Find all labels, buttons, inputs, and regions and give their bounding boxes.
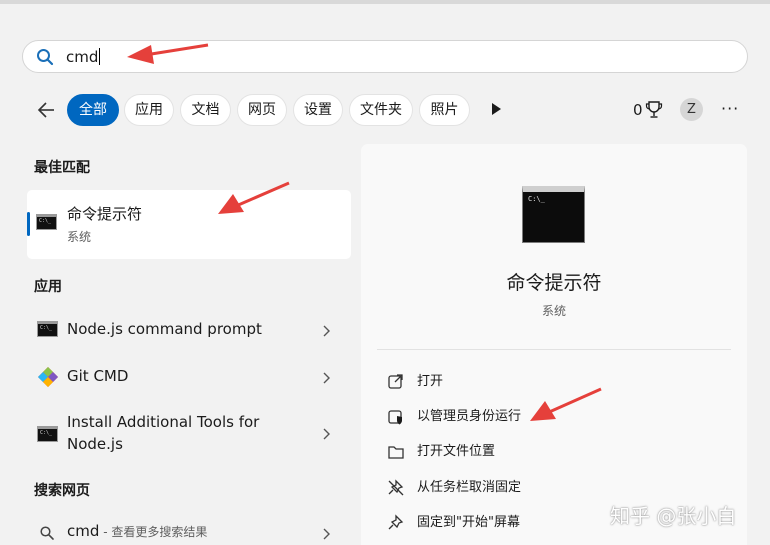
git-icon xyxy=(38,367,58,387)
chevron-right-icon[interactable] xyxy=(321,371,331,385)
action-open-file-location[interactable]: 打开文件位置 xyxy=(377,438,717,466)
back-arrow-icon[interactable] xyxy=(36,99,56,121)
tab-documents[interactable]: 文档 xyxy=(180,94,231,126)
cmd-large-icon: C:\_ xyxy=(522,186,585,243)
web-search-hint: - 查看更多搜索结果 xyxy=(99,525,208,539)
web-search-result[interactable]: cmd - 查看更多搜索结果 xyxy=(27,520,351,545)
best-match-item[interactable]: C:\_ 命令提示符 系统 xyxy=(27,190,351,259)
app-item-git-cmd[interactable]: Git CMD xyxy=(27,363,351,393)
web-search-query: cmd - 查看更多搜索结果 xyxy=(67,522,208,540)
search-box[interactable]: cmd xyxy=(22,40,748,73)
tab-apps[interactable]: 应用 xyxy=(124,94,174,126)
action-label: 打开文件位置 xyxy=(417,444,496,459)
tab-web[interactable]: 网页 xyxy=(237,94,287,126)
rewards-points: 0 xyxy=(633,101,643,119)
window-top-edge xyxy=(0,0,770,4)
divider xyxy=(377,349,731,350)
tab-settings[interactable]: 设置 xyxy=(293,94,343,126)
app-item-label: Node.js command prompt xyxy=(67,320,262,338)
action-label: 以管理员身份运行 xyxy=(417,409,522,424)
action-open[interactable]: 打开 xyxy=(377,368,717,396)
tab-folders[interactable]: 文件夹 xyxy=(349,94,413,126)
search-icon xyxy=(37,49,54,66)
user-avatar[interactable]: Z xyxy=(680,98,703,121)
open-icon xyxy=(388,374,403,389)
app-item-label-line1: Install Additional Tools for xyxy=(67,413,260,431)
trophy-icon[interactable] xyxy=(645,100,663,119)
app-item-nodejs-prompt[interactable]: C:\_ Node.js command prompt xyxy=(27,316,351,346)
text-caret xyxy=(99,48,101,65)
unpin-icon xyxy=(388,479,404,496)
tab-photos[interactable]: 照片 xyxy=(419,94,470,126)
play-more-tabs-icon[interactable] xyxy=(490,102,502,116)
app-item-label: Git CMD xyxy=(67,367,129,385)
search-icon xyxy=(40,526,54,540)
chevron-right-icon[interactable] xyxy=(321,427,331,441)
app-item-install-tools[interactable]: C:\_ Install Additional Tools for Node.j… xyxy=(27,410,351,458)
folder-icon xyxy=(388,446,404,459)
action-label: 固定到"开始"屏幕 xyxy=(417,515,520,530)
chevron-right-icon[interactable] xyxy=(321,324,331,338)
action-run-as-admin[interactable]: 以管理员身份运行 xyxy=(377,403,717,431)
more-options-button[interactable]: ··· xyxy=(721,99,739,119)
action-unpin-taskbar[interactable]: 从任务栏取消固定 xyxy=(377,474,717,502)
best-match-title: 命令提示符 xyxy=(67,205,143,223)
detail-subtitle: 系统 xyxy=(541,304,566,318)
app-item-label-line2: Node.js xyxy=(67,435,123,453)
detail-title: 命令提示符 xyxy=(506,272,602,294)
watermark-text: 知乎 @张小白 xyxy=(610,504,737,528)
cmd-icon: C:\_ xyxy=(37,426,58,442)
cmd-icon: C:\_ xyxy=(36,214,57,230)
chevron-right-icon[interactable] xyxy=(321,527,331,541)
web-search-heading: 搜索网页 xyxy=(34,483,90,499)
cmd-icon: C:\_ xyxy=(37,321,58,337)
best-match-subtitle: 系统 xyxy=(67,230,92,244)
action-label: 从任务栏取消固定 xyxy=(417,480,522,495)
search-input[interactable]: cmd xyxy=(66,47,101,67)
shield-icon xyxy=(388,410,402,425)
apps-heading: 应用 xyxy=(34,279,62,295)
pin-icon xyxy=(388,514,404,530)
best-match-heading: 最佳匹配 xyxy=(34,160,90,176)
detail-panel: C:\_ 命令提示符 系统 打开 以管理员身份运行 打开文件位置 从任务栏取消固… xyxy=(361,144,747,545)
action-label: 打开 xyxy=(417,374,444,389)
selection-indicator xyxy=(27,212,30,236)
tab-all[interactable]: 全部 xyxy=(67,94,119,126)
